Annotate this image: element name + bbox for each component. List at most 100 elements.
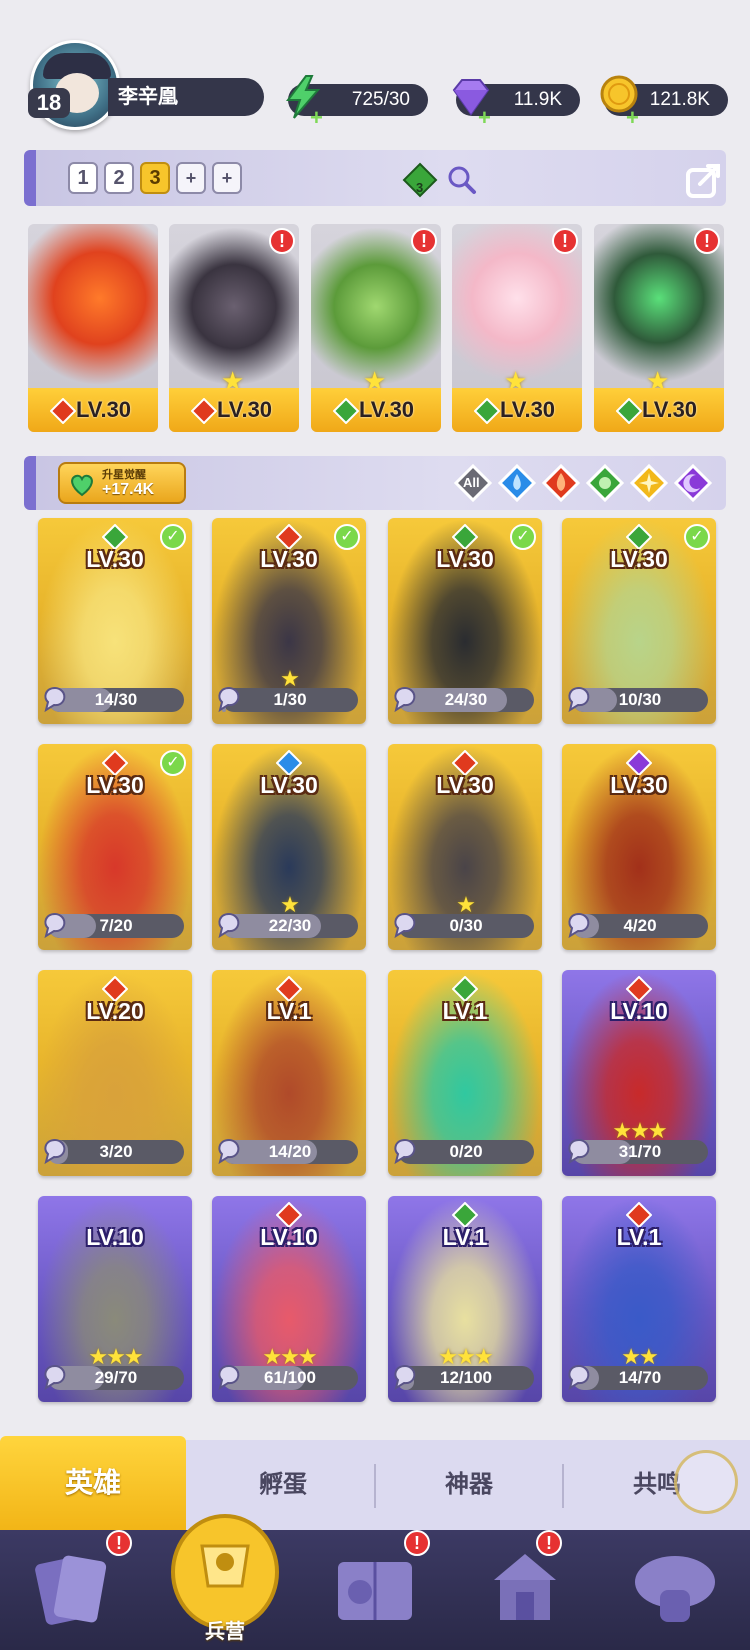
fragment-icon	[218, 686, 240, 713]
formation-slot-3[interactable]: ★ LV.30 !	[311, 224, 441, 432]
fragment-count: 61/100	[264, 1368, 316, 1387]
fragment-icon	[568, 1138, 590, 1165]
fragment-icon	[394, 1138, 416, 1165]
hero-level: LV.30	[436, 772, 494, 798]
fragment-icon	[44, 912, 66, 939]
share-button[interactable]	[684, 158, 726, 200]
shrine-icon	[494, 1554, 556, 1620]
formation-slot-1[interactable]: LV.30	[28, 224, 158, 432]
team-tab-3[interactable]: 3	[140, 162, 170, 194]
alert-icon: !	[536, 1530, 562, 1556]
alert-icon: !	[411, 228, 437, 254]
filter-wood-button[interactable]	[585, 463, 625, 503]
team-add-slot-2[interactable]: +	[212, 162, 242, 194]
fragment-count: 22/30	[268, 916, 312, 935]
gems-value: 11.9K	[513, 89, 562, 110]
formation-slot-4[interactable]: ★ LV.30 !	[452, 224, 582, 432]
hero-level: LV.1	[266, 998, 312, 1024]
magnifier-icon	[448, 166, 476, 194]
hero-level: LV.30	[86, 772, 144, 798]
nav-shrine[interactable]: !	[450, 1530, 600, 1650]
alert-icon: !	[404, 1530, 430, 1556]
hero-level: LV.1	[442, 1224, 488, 1250]
awaken-label: 升星觉醒	[102, 469, 146, 481]
formation-level: LV.30	[311, 388, 441, 432]
fragment-icon	[44, 1138, 66, 1165]
search-button[interactable]	[446, 164, 478, 196]
hero-card[interactable]: LV.10 ★★★ 61/100	[212, 1196, 366, 1402]
floating-action-button[interactable]	[674, 1450, 738, 1514]
hero-card[interactable]: LV.1 ★★ 14/70	[562, 1196, 716, 1402]
hero-card[interactable]: LV.20 3/20	[38, 970, 192, 1176]
formation-level: LV.30	[28, 388, 158, 432]
filter-dark-button[interactable]	[673, 463, 713, 503]
fragment-count: 3/20	[99, 1142, 133, 1161]
coins-plus-icon[interactable]: +	[626, 102, 639, 134]
fragment-icon	[394, 912, 416, 939]
alert-icon: !	[552, 228, 578, 254]
hero-card[interactable]: LV.10 ★★★ 31/70	[562, 970, 716, 1176]
element-gem-indicator[interactable]: 3	[400, 160, 440, 200]
hero-card[interactable]: ✓ LV.30 ★ 1/30	[212, 518, 366, 724]
fire-element-icon	[50, 398, 76, 424]
hero-level: LV.10	[86, 1224, 144, 1250]
hero-card[interactable]: LV.1 14/20	[212, 970, 366, 1176]
wood-element-icon	[585, 463, 625, 503]
energy-counter[interactable]: + 725/30	[286, 75, 428, 130]
hero-level: LV.30	[610, 772, 668, 798]
formation-level: LV.30	[594, 388, 724, 432]
filter-water-button[interactable]	[497, 463, 537, 503]
fragment-count: 12/100	[440, 1368, 492, 1387]
gems-plus-icon[interactable]: +	[478, 102, 491, 134]
wood-element-icon	[616, 398, 642, 424]
gems-counter[interactable]: + 11.9K	[452, 79, 580, 130]
hero-level: LV.30	[260, 772, 318, 798]
fragment-count: 14/70	[618, 1368, 662, 1387]
fragment-count: 4/20	[623, 916, 657, 935]
hero-card[interactable]: ✓ LV.30 24/30	[388, 518, 542, 724]
team-tab-1[interactable]: 1	[68, 162, 98, 194]
nav-barracks-label: 兵营	[205, 1621, 245, 1643]
fire-element-icon	[541, 463, 581, 503]
fragment-count: 0/20	[449, 1142, 483, 1161]
tab-artifacts[interactable]: 神器	[376, 1440, 562, 1530]
hero-card[interactable]: LV.1 0/20	[388, 970, 542, 1176]
hero-level: LV.10	[260, 1224, 318, 1250]
hero-card[interactable]: ✓ LV.30 14/30	[38, 518, 192, 724]
formation-slot-5[interactable]: ★ LV.30 !	[594, 224, 724, 432]
nav-book[interactable]: !	[300, 1530, 450, 1650]
hero-card[interactable]: LV.30 ★ 22/30	[212, 744, 366, 950]
hero-card[interactable]: LV.30 ★ 0/30	[388, 744, 542, 950]
star-awaken-button[interactable]: 升星觉醒 +17.4K	[58, 462, 186, 504]
fire-element-icon	[191, 398, 217, 424]
energy-plus-icon[interactable]: +	[310, 102, 323, 134]
nav-barracks[interactable]: 兵营	[150, 1514, 300, 1650]
fragment-icon	[394, 686, 416, 713]
coins-counter[interactable]: + 121.8K	[600, 75, 728, 130]
hero-portrait	[28, 224, 158, 389]
nav-cards[interactable]: !	[0, 1530, 150, 1650]
hero-card[interactable]: LV.1 ★★★ 12/100	[388, 1196, 542, 1402]
alert-icon: !	[269, 228, 295, 254]
formation-slot-2[interactable]: ★ LV.30 !	[169, 224, 299, 432]
team-add-slot-1[interactable]: +	[176, 162, 206, 194]
wood-element-icon	[474, 398, 500, 424]
dark-element-icon	[673, 463, 713, 503]
awaken-value: +17.4K	[102, 481, 155, 498]
bottom-navigation: ! 兵营 ! !	[0, 1514, 750, 1650]
hero-filter-bar: 升星觉醒 +17.4K All	[24, 456, 726, 510]
share-icon	[686, 164, 720, 198]
hero-card[interactable]: ✓ LV.30 7/20	[38, 744, 192, 950]
hero-card[interactable]: LV.10 ★★★ 29/70	[38, 1196, 192, 1402]
coins-value: 121.8K	[649, 89, 710, 110]
fragment-icon	[568, 912, 590, 939]
hero-level: LV.30	[436, 546, 494, 572]
hero-card[interactable]: LV.30 4/20	[562, 744, 716, 950]
nav-profile[interactable]	[600, 1530, 750, 1650]
team-tab-2[interactable]: 2	[104, 162, 134, 194]
hero-card[interactable]: ✓ LV.30 10/30	[562, 518, 716, 724]
wood-element-icon	[333, 398, 359, 424]
filter-light-button[interactable]	[629, 463, 669, 503]
filter-fire-button[interactable]	[541, 463, 581, 503]
filter-all-button[interactable]: All	[453, 463, 493, 503]
